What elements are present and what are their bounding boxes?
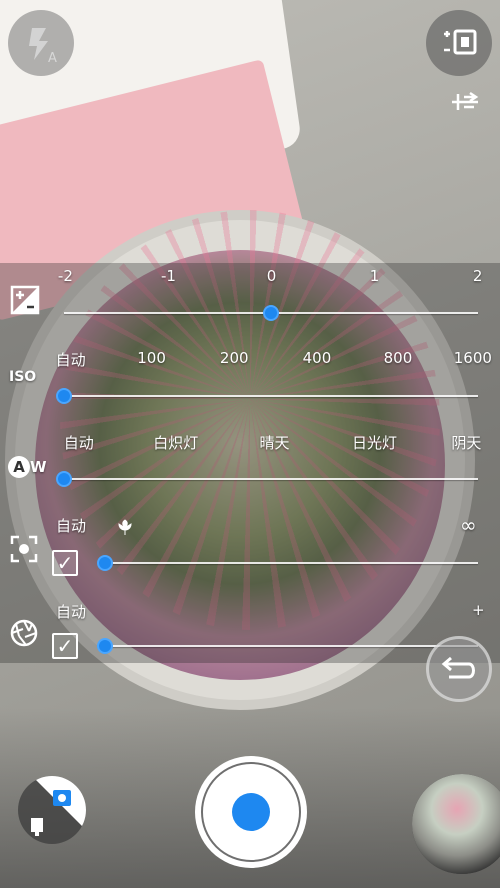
white-balance-tick: 白炽灯 xyxy=(153,434,199,452)
gallery-thumbnail[interactable] xyxy=(412,774,500,874)
tuning-icon[interactable] xyxy=(448,88,482,116)
white-balance-slider-knob[interactable] xyxy=(56,471,72,487)
exposure-slider-knob[interactable] xyxy=(263,305,279,321)
focus-slider-knob[interactable] xyxy=(97,555,113,571)
focus-auto-checkbox[interactable]: ✓ xyxy=(52,550,78,576)
focus-auto-label: 自动 xyxy=(56,517,87,535)
focus-slider-track[interactable] xyxy=(104,562,478,564)
iso-tick: 1600 xyxy=(453,349,492,367)
iso-tick: 800 xyxy=(383,349,413,367)
iso-tick: 100 xyxy=(137,349,166,367)
flash-auto-icon: A xyxy=(29,28,57,66)
iso-tick: 200 xyxy=(219,349,249,367)
exposure-tick: -2 xyxy=(57,267,73,285)
shutter-auto-checkbox[interactable]: ✓ xyxy=(52,633,78,659)
shutter-auto-label: 自动 xyxy=(56,603,87,621)
iso-ticks: 自动 100 200 400 800 1600 xyxy=(55,349,492,373)
white-balance-tick: 阴天 xyxy=(451,434,482,452)
exposure-tick: 1 xyxy=(369,267,380,285)
iso-tick: 自动 xyxy=(55,351,86,369)
exposure-tick: -1 xyxy=(160,267,176,285)
aperture-icon xyxy=(10,619,38,647)
exposure-tick: 2 xyxy=(472,267,483,285)
shutter-plus-label: + xyxy=(472,601,485,619)
iso-slider-track[interactable] xyxy=(64,395,478,397)
exposure-tick: 0 xyxy=(266,267,277,285)
iso-slider-knob[interactable] xyxy=(56,388,72,404)
switch-camera-icon xyxy=(444,29,477,55)
iso-label: ISO xyxy=(9,369,37,385)
white-balance-icon: A W xyxy=(8,456,47,478)
iso-tick: 400 xyxy=(302,349,332,367)
svg-text:A: A xyxy=(48,51,57,66)
exposure-ticks: -2 -1 0 1 2 xyxy=(55,267,488,291)
white-balance-tick: 晴天 xyxy=(259,434,290,452)
gallery-thumbnail-image xyxy=(412,774,500,874)
back-button[interactable] xyxy=(426,636,492,702)
mode-switch-button[interactable] xyxy=(18,776,86,844)
macro-flower-icon xyxy=(118,519,132,535)
flash-button[interactable]: A xyxy=(8,10,74,76)
focus-infinity-label: ∞ xyxy=(460,513,477,537)
focus-icon xyxy=(10,535,38,563)
shutter-slider-knob[interactable] xyxy=(97,638,113,654)
white-balance-icon-suffix: W xyxy=(30,458,47,476)
switch-camera-button[interactable] xyxy=(426,10,492,76)
shutter-dot xyxy=(232,793,270,831)
exposure-icon xyxy=(10,285,40,315)
white-balance-ticks: 自动 白炽灯 晴天 日光灯 阴天 xyxy=(55,432,488,456)
white-balance-tick: 日光灯 xyxy=(352,434,398,452)
back-arrow-icon xyxy=(441,656,475,679)
white-balance-slider-track[interactable] xyxy=(64,478,478,480)
shutter-slider-track[interactable] xyxy=(104,645,478,647)
photo-video-mode-icon xyxy=(31,776,86,836)
white-balance-tick: 自动 xyxy=(63,434,94,452)
white-balance-icon-letter: A xyxy=(8,456,30,478)
